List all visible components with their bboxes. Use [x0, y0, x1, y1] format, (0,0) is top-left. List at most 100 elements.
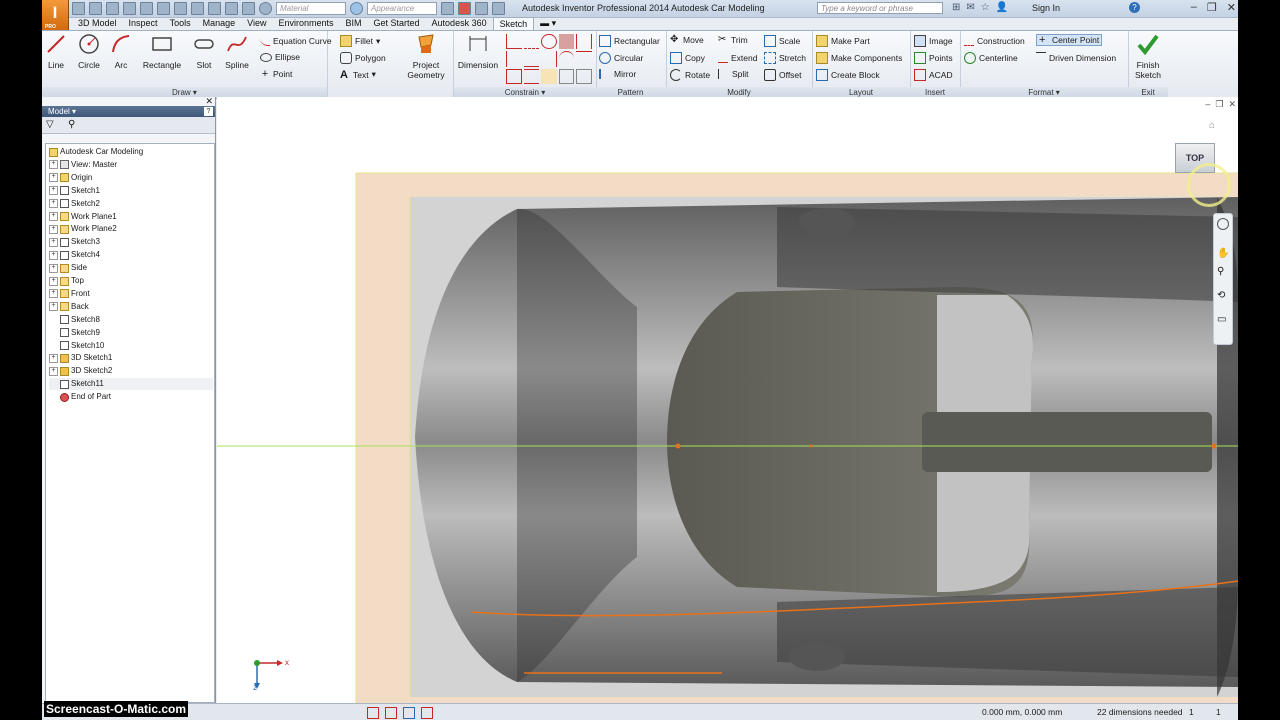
circle-button[interactable]: Circle [76, 33, 102, 70]
trim-button[interactable]: ✂ Trim [718, 35, 748, 46]
expand-icon[interactable]: + [49, 302, 58, 312]
arc-button[interactable]: Arc [109, 33, 133, 70]
filter-icon[interactable]: ▽ [46, 119, 54, 130]
tab-bim[interactable]: BIM [340, 17, 368, 30]
finish-sketch-button[interactable]: Finish Sketch [1132, 33, 1164, 80]
adjust-icon[interactable] [458, 2, 471, 15]
sketch-grid-icon[interactable] [367, 707, 379, 719]
make-part-button[interactable]: Make Part [816, 35, 870, 47]
look-at-icon[interactable]: ▭ [1217, 314, 1226, 325]
browser-node[interactable]: + Sketch1 [49, 185, 100, 197]
equation-curve-button[interactable]: Equation Curve [260, 35, 332, 46]
slot-button[interactable]: Slot [192, 33, 216, 70]
collinear-icon[interactable] [523, 34, 540, 50]
expand-icon[interactable]: + [49, 212, 58, 221]
smooth-icon[interactable] [576, 51, 592, 66]
search-input[interactable]: Type a keyword or phrase [817, 2, 943, 14]
save-icon[interactable] [106, 2, 119, 15]
line-button[interactable]: Line [44, 33, 68, 70]
auto-dimension-icon[interactable] [576, 68, 592, 84]
find-icon[interactable]: ⚲ [68, 119, 75, 130]
dimension-button[interactable]: Dimension [456, 33, 500, 70]
rectangle-button[interactable]: Rectangle [140, 33, 184, 70]
expand-icon[interactable]: + [49, 237, 58, 247]
make-components-button[interactable]: Make Components [816, 52, 902, 64]
vertical-icon[interactable] [541, 51, 557, 67]
browser-node[interactable]: + View: Master [49, 159, 117, 171]
offset-button[interactable]: Offset [764, 69, 802, 81]
tab-environments[interactable]: Environments [272, 17, 339, 30]
browser-node[interactable]: + Origin [49, 172, 92, 184]
minimize-icon[interactable]: – [1191, 1, 1197, 14]
tab-inspect[interactable]: Inspect [123, 17, 164, 30]
symmetric-icon[interactable] [506, 68, 522, 84]
tab-get-started[interactable]: Get Started [368, 17, 426, 30]
browser-node[interactable]: Autodesk Car Modeling [49, 146, 143, 158]
browser-node[interactable]: + Back [49, 301, 89, 313]
graphics-window[interactable]: – ❐ ✕ TOP ⌂ ✋ ⚲ ⟲ ▭ x z [217, 97, 1238, 703]
close-icon[interactable]: ✕ [1227, 1, 1236, 14]
image-button[interactable]: Image [914, 35, 953, 47]
expand-icon[interactable]: + [49, 276, 58, 286]
create-block-button[interactable]: Create Block [816, 69, 880, 81]
expand-icon[interactable]: + [49, 199, 58, 209]
ribbon-options-icon[interactable]: ▬ ▾ [534, 17, 562, 30]
spline-button[interactable]: Spline [223, 33, 251, 70]
parameters-icon[interactable] [475, 2, 488, 15]
tangent-icon[interactable] [558, 51, 575, 66]
browser-node[interactable]: +3D Sketch2 [49, 365, 112, 377]
viewcube-home-icon[interactable]: ⌂ [1209, 120, 1215, 131]
clear-appearance-icon[interactable] [441, 2, 454, 15]
concentric-icon[interactable] [541, 34, 557, 50]
browser-node[interactable]: + Side [49, 262, 87, 274]
constraint-settings-icon[interactable] [558, 68, 575, 84]
new-icon[interactable] [72, 2, 85, 15]
material-combo[interactable]: Material [276, 2, 346, 15]
browser-help-icon[interactable]: ? [204, 107, 213, 116]
extend-button[interactable]: Extend [718, 52, 757, 63]
ellipse-button[interactable]: Ellipse [260, 52, 300, 62]
copy-button[interactable]: Copy [670, 52, 705, 64]
browser-node[interactable]: Sketch11 [49, 378, 213, 391]
help-icon[interactable]: ? [1129, 2, 1140, 13]
browser-node[interactable]: +3D Sketch1 [49, 352, 112, 364]
browser-node[interactable]: + Work Plane2 [49, 223, 117, 235]
fix-icon[interactable] [558, 34, 575, 50]
stretch-button[interactable]: Stretch [764, 52, 806, 64]
browser-node[interactable]: + Sketch2 [49, 198, 100, 210]
browser-node[interactable]: + Work Plane1 [49, 211, 117, 223]
tab-sketch[interactable]: Sketch [492, 17, 535, 30]
coincident-icon[interactable] [506, 34, 522, 50]
tab-autodesk-360[interactable]: Autodesk 360 [426, 17, 493, 30]
home-icon[interactable] [157, 2, 170, 15]
expand-icon[interactable]: + [49, 224, 58, 234]
snap-icon[interactable] [385, 707, 397, 719]
points-button[interactable]: Points [914, 52, 953, 64]
sign-in-button[interactable]: Sign In [1032, 3, 1060, 13]
rectangular-pattern-button[interactable]: Rectangular [599, 35, 660, 47]
mirror-button[interactable]: Mirror [599, 69, 636, 79]
orbit-icon[interactable]: ⟲ [1217, 290, 1225, 301]
expand-icon[interactable]: + [49, 186, 58, 196]
iproperties-icon[interactable] [242, 2, 255, 15]
expand-icon[interactable]: + [49, 250, 58, 260]
open-icon[interactable] [89, 2, 102, 15]
scale-button[interactable]: Scale [764, 35, 800, 47]
pan-icon[interactable]: ✋ [1217, 248, 1229, 259]
show-constraints-icon[interactable] [541, 68, 557, 84]
browser-node[interactable]: + Sketch3 [49, 236, 100, 248]
constraint-inference-icon[interactable] [403, 707, 415, 719]
tab-3d-model[interactable]: 3D Model [72, 17, 123, 30]
driven-dimension-button[interactable]: Driven Dimension [1036, 52, 1116, 63]
expand-icon[interactable]: + [49, 289, 58, 299]
rotate-button[interactable]: Rotate [670, 69, 710, 81]
print-icon[interactable] [208, 2, 221, 15]
restore-icon[interactable]: ❐ [1207, 1, 1217, 14]
browser-node[interactable]: End of Part [49, 391, 111, 403]
application-menu-button[interactable]: I PRO [42, 0, 69, 31]
tab-manage[interactable]: Manage [197, 17, 242, 30]
browser-node[interactable]: Sketch10 [49, 340, 104, 352]
circular-pattern-button[interactable]: Circular [599, 52, 643, 64]
expand-icon[interactable]: + [49, 263, 58, 273]
polygon-button[interactable]: Polygon [340, 52, 386, 64]
